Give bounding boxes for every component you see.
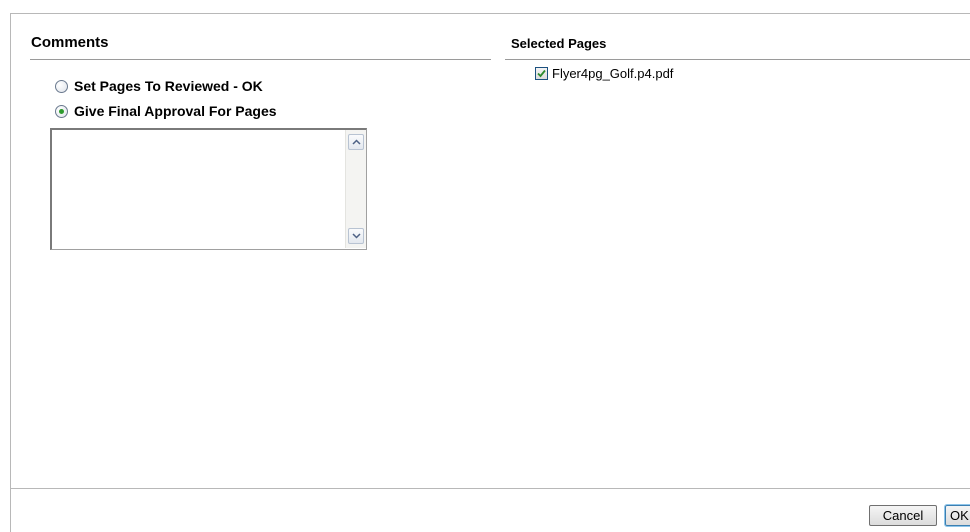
comment-textarea[interactable]: [52, 130, 344, 248]
radio-final-approval[interactable]: Give Final Approval For Pages: [55, 103, 277, 119]
radio-button-checked[interactable]: [55, 104, 68, 118]
radio-set-reviewed-label: Set Pages To Reviewed - OK: [74, 78, 263, 94]
comment-textarea-container: [50, 128, 367, 250]
file-checkbox[interactable]: [535, 67, 548, 80]
scroll-down-button[interactable]: [348, 228, 364, 244]
chevron-up-icon: [351, 139, 361, 145]
footer-divider: [10, 488, 970, 489]
radio-final-approval-label: Give Final Approval For Pages: [74, 103, 277, 119]
cancel-button[interactable]: Cancel: [869, 505, 937, 526]
selected-pages-heading: Selected Pages: [511, 36, 607, 51]
checkmark-icon: [537, 69, 546, 78]
radio-set-reviewed[interactable]: Set Pages To Reviewed - OK: [55, 78, 263, 94]
chevron-down-icon: [351, 233, 361, 239]
ok-button[interactable]: OK: [944, 504, 970, 527]
scroll-up-button[interactable]: [348, 134, 364, 150]
file-item[interactable]: Flyer4pg_Golf.p4.pdf: [535, 66, 673, 81]
textarea-scrollbar[interactable]: [345, 130, 366, 248]
file-name-label: Flyer4pg_Golf.p4.pdf: [552, 66, 674, 81]
selected-pages-divider: [505, 59, 970, 60]
radio-button-unchecked[interactable]: [55, 79, 68, 93]
comments-divider: [30, 59, 491, 60]
comments-heading: Comments: [31, 34, 109, 51]
